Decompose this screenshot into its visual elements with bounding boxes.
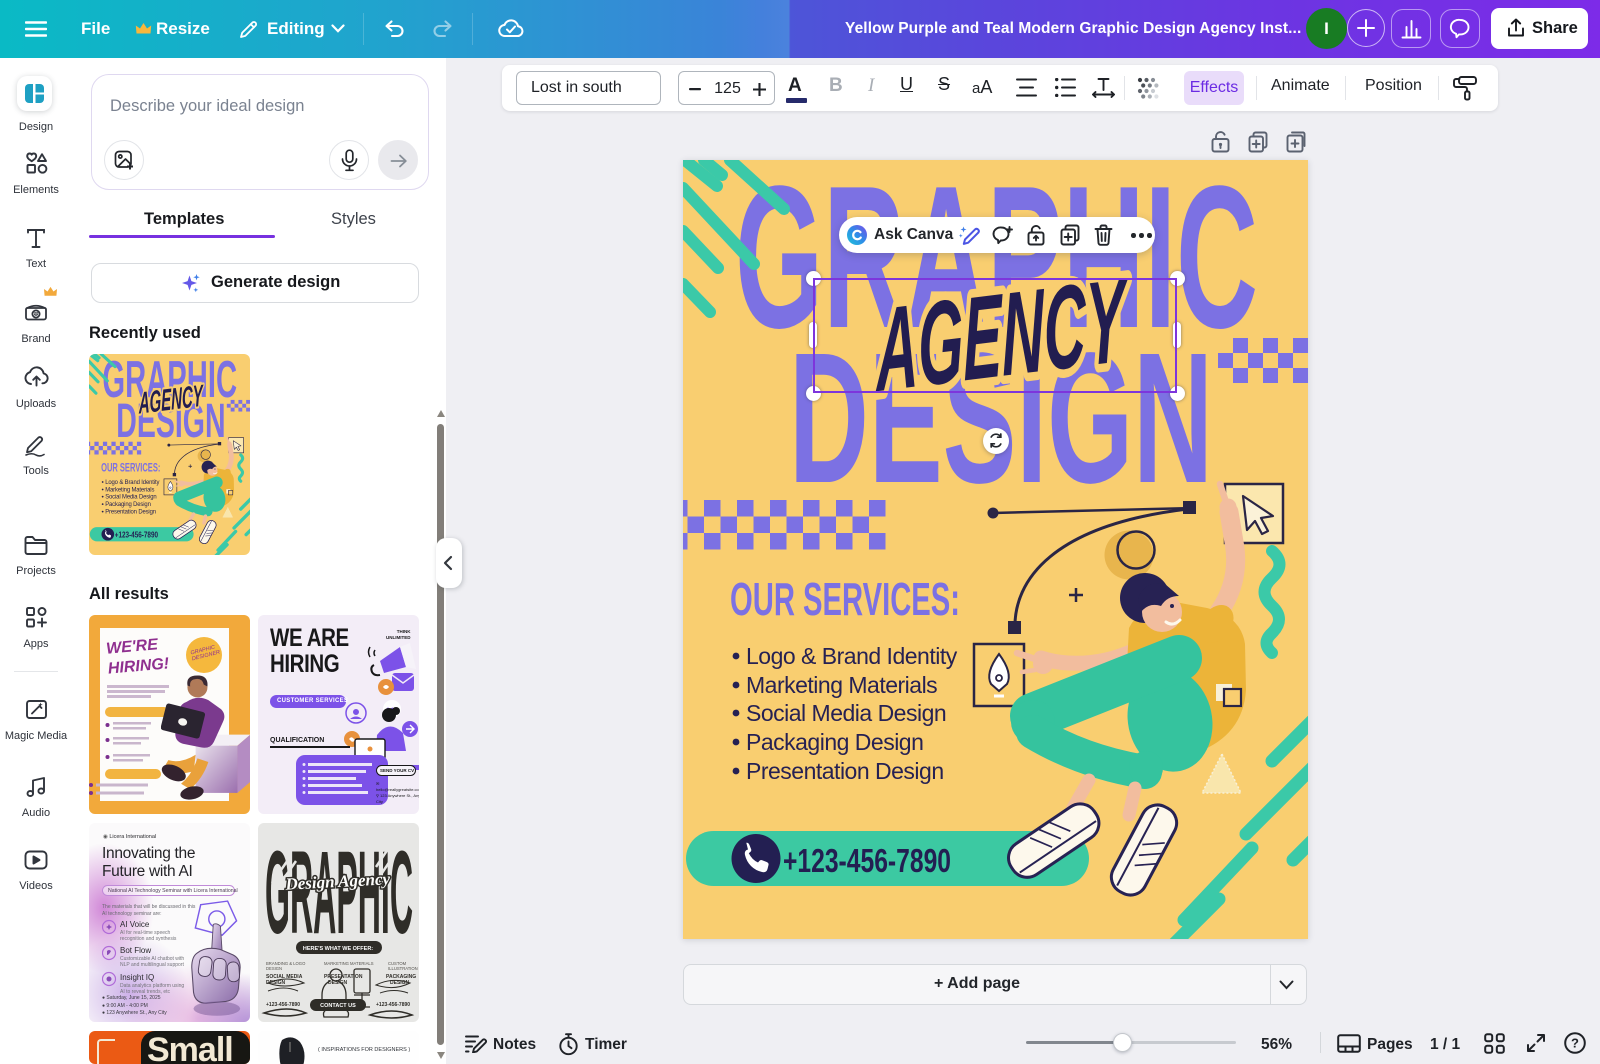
svg-text:+123-456-7890: +123-456-7890 [376, 1002, 410, 1008]
svg-text:HERE'S WHAT WE OFFER:: HERE'S WHAT WE OFFER: [303, 946, 373, 952]
svg-text:DESIGN: DESIGN [266, 966, 282, 971]
svg-text:AI Voice: AI Voice [120, 920, 150, 929]
svg-text:?: ? [1571, 1036, 1579, 1051]
svg-text:Insight IQ: Insight IQ [120, 973, 154, 982]
svg-text:+123-456-7890: +123-456-7890 [266, 1002, 300, 1008]
svg-text:Bot Flow: Bot Flow [120, 946, 151, 955]
svg-text:recognition and synthesis: recognition and synthesis [120, 936, 177, 942]
svg-text:NLP and multilingual support: NLP and multilingual support [120, 962, 184, 968]
svg-text:MARKETING MATERIALS: MARKETING MATERIALS [324, 961, 374, 966]
svg-text:ILLUSTRATION: ILLUSTRATION [388, 966, 418, 971]
svg-text:CONTACT US: CONTACT US [320, 1003, 356, 1009]
